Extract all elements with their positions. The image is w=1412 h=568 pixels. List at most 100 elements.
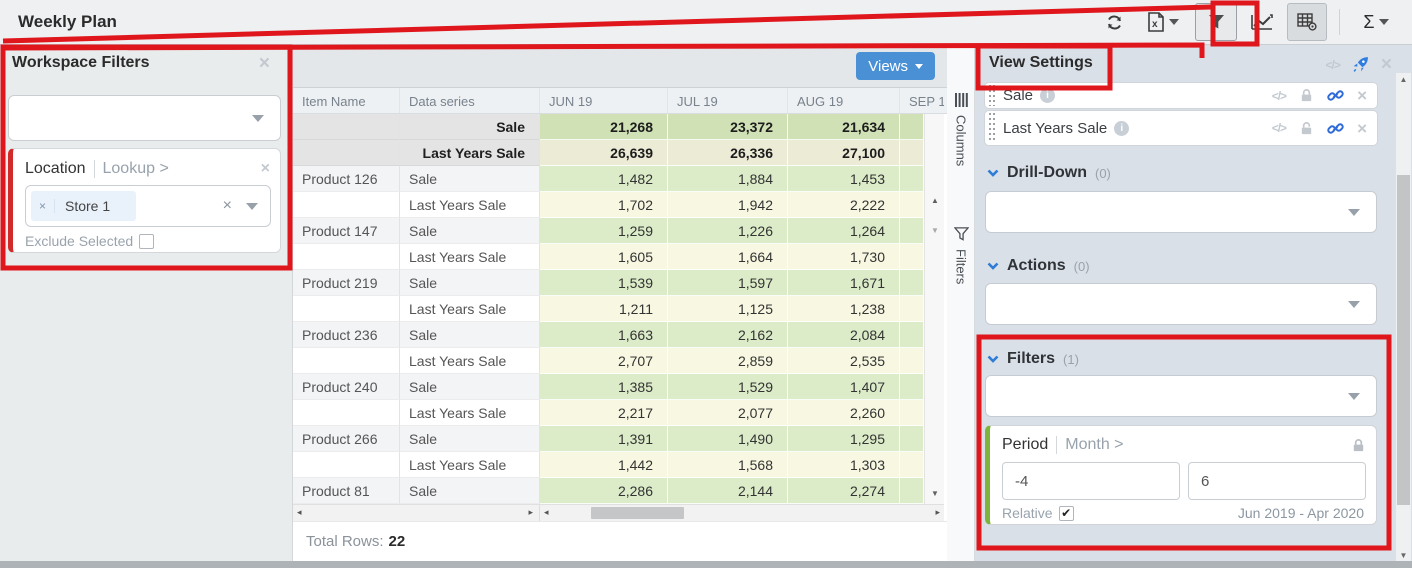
data-series-item-sale[interactable]: Sale i </> × [985, 83, 1377, 108]
excel-export-button[interactable]: x [1139, 5, 1187, 39]
cell-value[interactable]: 2,274 [788, 478, 900, 504]
scroll-left-icon[interactable]: ◂ [297, 507, 302, 518]
cell-value[interactable]: 1,391 [540, 426, 668, 452]
cell-value-clipped[interactable] [900, 452, 924, 478]
grid-settings-button[interactable] [1287, 3, 1327, 41]
cell-value[interactable]: 1,385 [540, 374, 668, 400]
column-header[interactable]: JUN 19 [540, 88, 668, 113]
data-series-item-last-years-sale[interactable]: Last Years Sale i </> × [985, 111, 1377, 145]
cell-value[interactable]: 1,264 [788, 218, 900, 244]
cell-value[interactable]: 2,286 [540, 478, 668, 504]
drill-down-select[interactable] [985, 191, 1377, 233]
grid-vertical-scrollbar[interactable]: ▲ ▼ ▼ [924, 114, 944, 504]
code-icon[interactable]: </> [1326, 58, 1340, 72]
cell-value[interactable]: 27,100 [788, 140, 900, 166]
cell-value-clipped[interactable] [900, 192, 924, 218]
cell-value-clipped[interactable] [900, 322, 924, 348]
cell-value[interactable]: 1,702 [540, 192, 668, 218]
cell-value-clipped[interactable] [900, 348, 924, 374]
cell-value[interactable]: 21,634 [788, 114, 900, 140]
cell-value[interactable]: 1,539 [540, 270, 668, 296]
cell-value[interactable]: 1,490 [668, 426, 788, 452]
cell-value-clipped[interactable] [900, 400, 924, 426]
cell-value[interactable]: 2,217 [540, 400, 668, 426]
lookup-link[interactable]: Lookup > [103, 160, 169, 178]
section-actions[interactable]: Actions (0) [987, 257, 1090, 275]
rocket-icon[interactable] [1352, 56, 1369, 73]
tab-columns[interactable]: Columns [947, 93, 975, 166]
actions-select[interactable] [985, 283, 1377, 325]
cell-value[interactable]: 1,442 [540, 452, 668, 478]
cell-value-clipped[interactable] [900, 374, 924, 400]
close-icon[interactable]: × [259, 54, 270, 73]
grid-horizontal-scrollbar[interactable]: ◂ ▸ ◂ ▸ [293, 504, 944, 521]
cell-value[interactable]: 23,372 [668, 114, 788, 140]
filter-funnel-button[interactable] [1195, 3, 1237, 41]
relative-checkbox[interactable]: ✔ [1059, 506, 1074, 521]
remove-icon[interactable]: × [1357, 120, 1367, 137]
lock-icon[interactable] [1299, 121, 1314, 136]
location-value-select[interactable]: × Store 1 × [25, 185, 271, 227]
cell-value-clipped[interactable] [900, 270, 924, 296]
scroll-down-icon[interactable]: ▼ [925, 489, 945, 498]
cell-value[interactable]: 2,260 [788, 400, 900, 426]
clear-icon[interactable]: × [223, 197, 232, 215]
code-icon[interactable]: </> [1272, 89, 1286, 103]
drag-handle[interactable] [988, 113, 997, 143]
cell-value[interactable]: 2,077 [668, 400, 788, 426]
scroll-right-icon[interactable]: ▸ [935, 507, 940, 518]
panel-scrollbar[interactable]: ▲ ▼ [1396, 73, 1411, 561]
cell-value[interactable]: 1,597 [668, 270, 788, 296]
cell-value-clipped[interactable] [900, 244, 924, 270]
section-filters[interactable]: Filters (1) [987, 350, 1079, 368]
views-button[interactable]: Views [856, 52, 935, 80]
cell-value[interactable]: 1,671 [788, 270, 900, 296]
scroll-down-icon[interactable]: ▼ [925, 226, 945, 235]
period-from-input[interactable] [1002, 462, 1180, 500]
column-header[interactable]: SEP 19 [900, 88, 944, 113]
scroll-up-icon[interactable]: ▲ [1396, 75, 1411, 84]
cell-value-clipped[interactable] [900, 426, 924, 452]
section-drill-down[interactable]: Drill-Down (0) [987, 164, 1111, 182]
cell-value[interactable]: 1,238 [788, 296, 900, 322]
scroll-up-icon[interactable]: ▲ [925, 196, 945, 205]
cell-value[interactable]: 2,707 [540, 348, 668, 374]
scrollbar-thumb[interactable] [1397, 175, 1410, 505]
cell-value-clipped[interactable] [900, 218, 924, 244]
cell-value[interactable]: 1,482 [540, 166, 668, 192]
remove-icon[interactable]: × [1357, 87, 1367, 104]
cell-value[interactable]: 1,884 [668, 166, 788, 192]
cell-value[interactable]: 1,407 [788, 374, 900, 400]
exclude-selected-checkbox[interactable] [139, 234, 154, 249]
link-icon[interactable] [1327, 120, 1344, 137]
cell-value[interactable]: 2,859 [668, 348, 788, 374]
cell-value[interactable]: 1,663 [540, 322, 668, 348]
add-filter-select[interactable] [8, 95, 281, 141]
column-header[interactable]: AUG 19 [788, 88, 900, 113]
cell-value-clipped[interactable] [900, 296, 924, 322]
lock-icon[interactable] [1351, 438, 1366, 453]
cell-value[interactable]: 2,084 [788, 322, 900, 348]
scroll-left-icon[interactable]: ◂ [544, 507, 549, 518]
cell-value[interactable]: 1,664 [668, 244, 788, 270]
cell-value[interactable]: 1,605 [540, 244, 668, 270]
close-icon[interactable]: × [261, 161, 270, 177]
lock-icon[interactable] [1299, 88, 1314, 103]
column-header[interactable]: JUL 19 [668, 88, 788, 113]
scroll-right-icon[interactable]: ▸ [528, 507, 533, 518]
refresh-icon[interactable] [1097, 5, 1131, 39]
line-chart-button[interactable] [1245, 5, 1279, 39]
cell-value[interactable]: 2,162 [668, 322, 788, 348]
close-icon[interactable]: × [1381, 55, 1392, 74]
link-icon[interactable] [1327, 87, 1344, 104]
cell-value[interactable]: 2,535 [788, 348, 900, 374]
cell-value[interactable]: 1,303 [788, 452, 900, 478]
scrollbar-thumb[interactable] [591, 507, 684, 519]
labels-scrollbar[interactable]: ◂ ▸ [293, 505, 540, 521]
sigma-aggregate-button[interactable]: Σ [1352, 5, 1400, 39]
cell-value[interactable]: 1,259 [540, 218, 668, 244]
cell-value[interactable]: 1,453 [788, 166, 900, 192]
period-to-input[interactable] [1188, 462, 1366, 500]
cell-value[interactable]: 1,211 [540, 296, 668, 322]
cell-value[interactable]: 2,222 [788, 192, 900, 218]
